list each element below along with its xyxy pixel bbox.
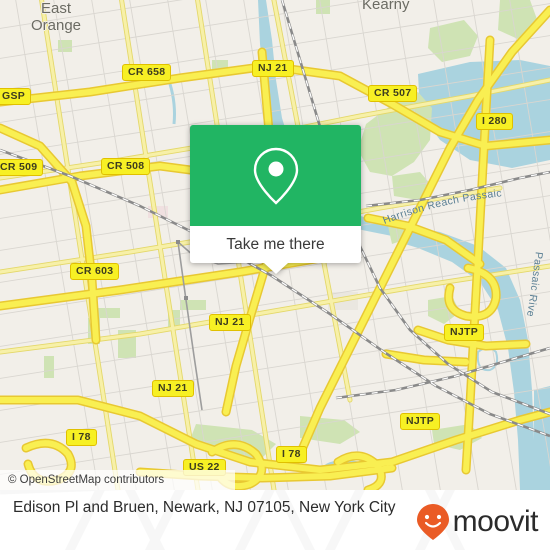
map-canvas[interactable]: Harrison Reach Passaic River Passaic Riv… (0, 0, 550, 490)
address-label: Edison Pl and Bruen, Newark, NJ 07105, N… (13, 499, 396, 516)
moovit-pin-icon (416, 504, 449, 540)
callout-tail-pointer (264, 263, 288, 274)
moovit-logo[interactable]: moovit (416, 503, 539, 541)
take-me-there-label: Take me there (226, 236, 325, 253)
osm-attribution[interactable]: © OpenStreetMap contributors (0, 470, 235, 490)
location-callout-card[interactable]: Take me there (190, 125, 361, 274)
road-shield-cr-603[interactable]: CR 603 (70, 263, 120, 280)
road-shield-cr-508[interactable]: CR 508 (101, 158, 151, 175)
road-shield-i-78-a[interactable]: I 78 (66, 429, 97, 446)
road-shield-i-280[interactable]: I 280 (476, 113, 513, 130)
road-shield-i-78-b[interactable]: I 78 (276, 446, 307, 463)
callout-header (190, 125, 361, 226)
moovit-wordmark: moovit (452, 505, 539, 538)
road-shield-nj-21-a[interactable]: NJ 21 (252, 60, 294, 77)
map-pin-icon (253, 147, 298, 205)
road-shield-cr-509[interactable]: CR 509 (0, 159, 44, 176)
road-shield-nj-21-b[interactable]: NJ 21 (209, 314, 251, 331)
road-shield-cr-507[interactable]: CR 507 (368, 85, 418, 102)
moovit-map-screenshot: Harrison Reach Passaic River Passaic Riv… (0, 0, 550, 550)
road-shield-njtp-a[interactable]: NJTP (444, 324, 485, 341)
road-shield-gsp[interactable]: GSP (0, 88, 32, 105)
footer-bar: Edison Pl and Bruen, Newark, NJ 07105, N… (0, 490, 550, 550)
take-me-there-button[interactable]: Take me there (190, 226, 361, 274)
road-shield-cr-658[interactable]: CR 658 (122, 64, 172, 81)
road-shield-njtp-b[interactable]: NJTP (400, 413, 441, 430)
road-shield-nj-21-c[interactable]: NJ 21 (152, 380, 194, 397)
